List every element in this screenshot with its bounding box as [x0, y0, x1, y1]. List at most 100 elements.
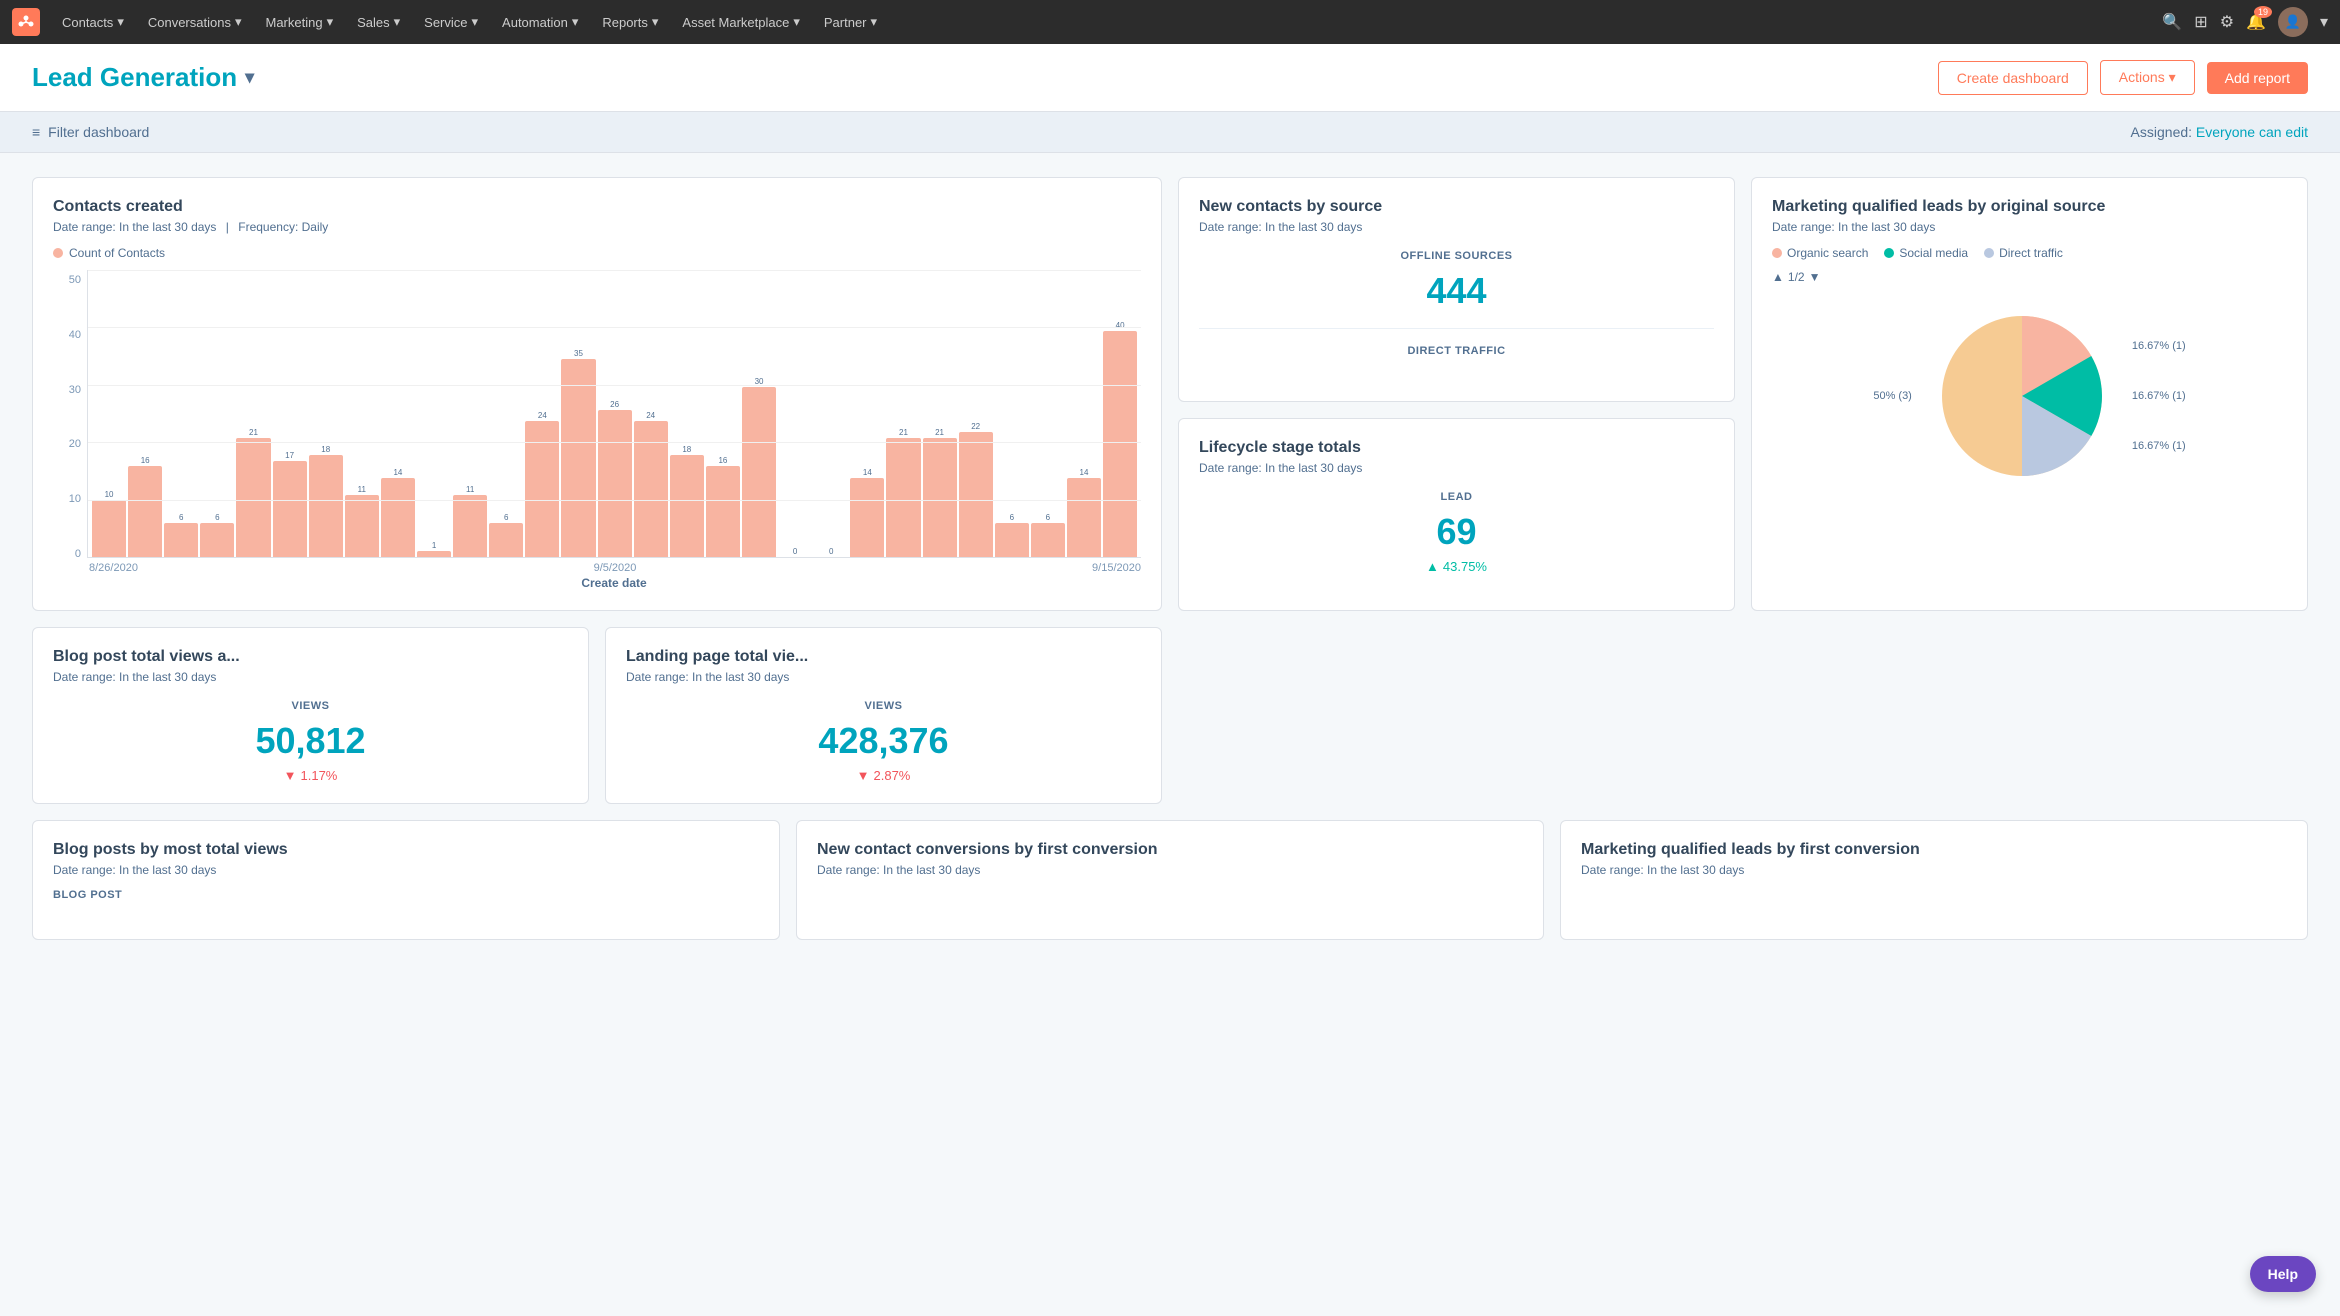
lifecycle-stage-subtitle: Date range: In the last 30 days: [1199, 461, 1714, 475]
lifecycle-stage-title: Lifecycle stage totals: [1199, 439, 1714, 457]
nav-partner[interactable]: Partner ▾: [814, 10, 887, 34]
organic-search-dot: [1772, 248, 1782, 258]
contacts-created-subtitle: Date range: In the last 30 days | Freque…: [53, 220, 1141, 234]
mql-first-subtitle: Date range: In the last 30 days: [1581, 863, 2287, 877]
landing-page-views-card: Landing page total vie... Date range: In…: [605, 627, 1162, 804]
bar-col: 14: [1067, 274, 1101, 557]
filter-dashboard-button[interactable]: ≡ Filter dashboard: [32, 124, 149, 140]
bar-col: 24: [525, 274, 559, 557]
bottom-grid: Blog posts by most total views Date rang…: [32, 820, 2308, 940]
landing-views-label: VIEWS: [626, 700, 1141, 712]
down-arrow-icon: ▼: [284, 768, 297, 783]
nav-marketing[interactable]: Marketing ▾: [255, 10, 343, 34]
title-dropdown-icon[interactable]: ▾: [245, 67, 254, 88]
help-button[interactable]: Help: [2250, 1256, 2316, 1292]
blog-most-views-title: Blog posts by most total views: [53, 841, 759, 859]
conversions-title: New contact conversions by first convers…: [817, 841, 1523, 859]
landing-views-change: ▼ 2.87%: [626, 768, 1141, 783]
notifications-icon[interactable]: 🔔 19: [2246, 12, 2266, 32]
social-media-dot: [1884, 248, 1894, 258]
pie-label-bot-right: 16.67% (1): [2132, 440, 2186, 452]
pie-legend-direct: Direct traffic: [1984, 246, 2063, 260]
blog-most-views-subtitle: Date range: In the last 30 days: [53, 863, 759, 877]
bar-col: 14: [850, 274, 884, 557]
new-contacts-title: New contacts by source: [1199, 198, 1714, 216]
bar-col: 21: [923, 274, 957, 557]
blog-post-subtitle: Date range: In the last 30 days: [53, 670, 568, 684]
nav-service[interactable]: Service ▾: [414, 10, 488, 34]
direct-traffic-label: DIRECT TRAFFIC: [1199, 345, 1714, 357]
up-arrow-icon: ▲: [1426, 559, 1439, 574]
bar-col: 11: [453, 274, 487, 557]
marketplace-icon[interactable]: ⊞: [2194, 12, 2207, 32]
blog-post-col-header: BLOG POST: [53, 889, 759, 901]
nav-conversations[interactable]: Conversations ▾: [138, 10, 252, 34]
pie-label-mid-right: 16.67% (1): [2132, 390, 2186, 402]
offline-sources-label: OFFLINE SOURCES: [1199, 250, 1714, 262]
contacts-created-card: Contacts created Date range: In the last…: [32, 177, 1162, 611]
blog-views-change: ▼ 1.17%: [53, 768, 568, 783]
lifecycle-stage-card: Lifecycle stage totals Date range: In th…: [1178, 418, 1735, 611]
pie-label-50pct: 50% (3): [1873, 390, 1912, 402]
pie-legend: Organic search Social media Direct traff…: [1772, 246, 2287, 260]
mql-subtitle: Date range: In the last 30 days: [1772, 220, 2287, 234]
actions-button[interactable]: Actions ▾: [2100, 60, 2195, 95]
bar-col: 35: [561, 274, 595, 557]
marketing-qualified-leads-card: Marketing qualified leads by original so…: [1751, 177, 2308, 611]
bar-col: 21: [236, 274, 270, 557]
bar-col: 11: [345, 274, 379, 557]
pie-legend-organic: Organic search: [1772, 246, 1868, 260]
pie-next-icon[interactable]: ▼: [1809, 270, 1821, 284]
bar-col: 22: [959, 274, 993, 557]
nav-contacts[interactable]: Contacts ▾: [52, 10, 134, 34]
bar-col: 1: [417, 274, 451, 557]
mql-first-title: Marketing qualified leads by first conve…: [1581, 841, 2287, 859]
hubspot-logo[interactable]: [12, 8, 40, 36]
contacts-created-title: Contacts created: [53, 198, 1141, 216]
assigned-link[interactable]: Everyone can edit: [2196, 124, 2308, 140]
mql-title: Marketing qualified leads by original so…: [1772, 198, 2287, 216]
conversions-subtitle: Date range: In the last 30 days: [817, 863, 1523, 877]
pie-legend-social: Social media: [1884, 246, 1968, 260]
lead-value: 69: [1199, 511, 1714, 553]
bar-col: 0: [778, 274, 812, 557]
header-actions: Create dashboard Actions ▾ Add report: [1938, 60, 2308, 95]
pie-navigation: ▲ 1/2 ▼: [1772, 270, 2287, 284]
settings-icon[interactable]: ⚙: [2220, 12, 2234, 32]
pie-chart-container: 50% (3) 16.67% (1) 16.67% (1) 16.67% (1): [1772, 296, 2287, 496]
top-grid: Contacts created Date range: In the last…: [32, 177, 2308, 804]
search-icon[interactable]: 🔍: [2162, 12, 2182, 32]
page-title-container: Lead Generation ▾: [32, 62, 1938, 93]
bar-col: 40: [1103, 274, 1137, 557]
bar-chart-container: 50 40 30 20 10 0: [53, 270, 1141, 590]
blog-views-label: VIEWS: [53, 700, 568, 712]
blog-views-value: 50,812: [53, 720, 568, 762]
filter-icon: ≡: [32, 124, 40, 140]
nav-automation[interactable]: Automation ▾: [492, 10, 588, 34]
direct-traffic-dot: [1984, 248, 1994, 258]
bar-col: 10: [92, 274, 126, 557]
bar-col: 6: [200, 274, 234, 557]
page-title: Lead Generation: [32, 62, 237, 93]
nav-reports[interactable]: Reports ▾: [592, 10, 668, 34]
bar-col: 17: [273, 274, 307, 557]
nav-asset-marketplace[interactable]: Asset Marketplace ▾: [672, 10, 809, 34]
lead-label: LEAD: [1199, 491, 1714, 503]
add-report-button[interactable]: Add report: [2207, 62, 2308, 94]
user-avatar[interactable]: 👤: [2278, 7, 2308, 37]
nav-sales[interactable]: Sales ▾: [347, 10, 410, 34]
bar-col: 0: [814, 274, 848, 557]
pie-chart: [1932, 306, 2112, 486]
assigned-section: Assigned: Everyone can edit: [2131, 124, 2308, 140]
bar-col: 14: [381, 274, 415, 557]
pie-label-top-right: 16.67% (1): [2132, 340, 2186, 352]
mql-first-conversion-card: Marketing qualified leads by first conve…: [1560, 820, 2308, 940]
landing-page-title: Landing page total vie...: [626, 648, 1141, 666]
new-contacts-by-source-card: New contacts by source Date range: In th…: [1178, 177, 1735, 402]
bar-col: 6: [164, 274, 198, 557]
chart-legend: Count of Contacts: [53, 246, 1141, 260]
new-contact-conversions-card: New contact conversions by first convers…: [796, 820, 1544, 940]
pie-prev-icon[interactable]: ▲: [1772, 270, 1784, 284]
account-chevron-icon[interactable]: ▾: [2320, 12, 2328, 32]
create-dashboard-button[interactable]: Create dashboard: [1938, 61, 2088, 95]
